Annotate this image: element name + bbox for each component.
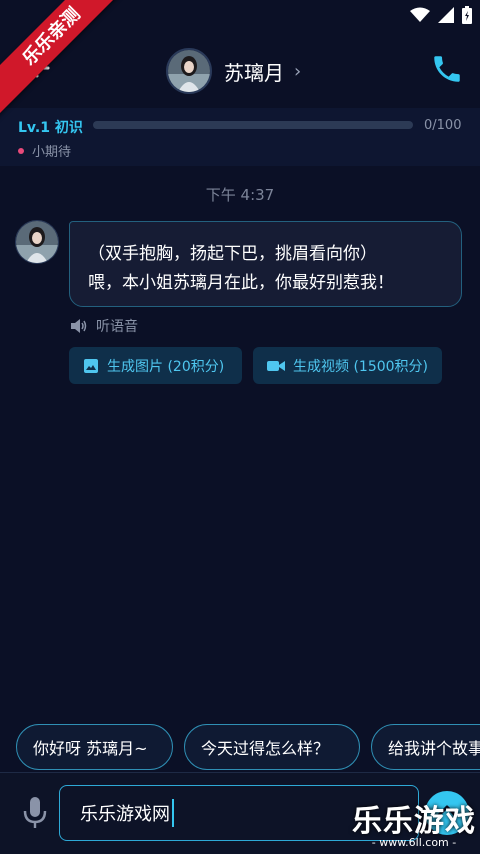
mood-dot bbox=[18, 147, 24, 154]
avatar-image bbox=[168, 50, 210, 92]
chat-header: 苏璃月 › bbox=[0, 30, 480, 110]
wifi-icon bbox=[410, 7, 430, 22]
suggestion-chips: 你好呀 苏璃月~ 今天过得怎么样？ 给我讲个故事 bbox=[16, 724, 480, 772]
message-text-line: 喂，本小姐苏璃月在此，你最好别惹我！ bbox=[88, 273, 394, 293]
suggestion-chip[interactable]: 你好呀 苏璃月~ bbox=[16, 724, 173, 770]
mood-label: 小期待 bbox=[32, 145, 72, 160]
message-timestamp: 下午 4:37 bbox=[205, 186, 275, 204]
speaker-icon bbox=[71, 319, 87, 333]
progress-text: 0/100 bbox=[424, 118, 462, 133]
message-avatar[interactable] bbox=[15, 220, 59, 264]
video-camera-icon bbox=[267, 360, 285, 371]
mood-indicator: 小期待 bbox=[18, 141, 71, 160]
level-label: Lv.1 初识 bbox=[18, 120, 83, 136]
generate-image-button[interactable]: 生成图片 (20积分) bbox=[69, 347, 242, 384]
intimacy-level-panel: Lv.1 初识 0/100 小期待 bbox=[0, 108, 480, 166]
generate-video-label: 生成视频 (1500积分) bbox=[293, 358, 429, 375]
generate-image-label: 生成图片 (20积分) bbox=[107, 358, 225, 375]
generate-video-button[interactable]: 生成视频 (1500积分) bbox=[253, 347, 442, 384]
message-input-value: 乐乐游戏网 bbox=[80, 804, 170, 825]
suggestion-chip[interactable]: 今天过得怎么样？ bbox=[184, 724, 360, 770]
suggestion-chip[interactable]: 给我讲个故事 bbox=[371, 724, 480, 770]
intimacy-progress-bar bbox=[93, 121, 413, 129]
watermark-text: 乐乐游戏 bbox=[352, 804, 476, 839]
chevron-right-icon: › bbox=[294, 60, 302, 82]
message-text-line: （双手抱胸，扬起下巴，挑眉看向你） bbox=[88, 244, 377, 264]
contact-name[interactable]: 苏璃月 bbox=[224, 57, 284, 86]
phone-icon bbox=[434, 56, 460, 82]
microphone-icon bbox=[23, 797, 47, 828]
image-icon bbox=[84, 358, 98, 373]
site-watermark: 乐乐游戏 - www.6ll.com - bbox=[352, 796, 476, 849]
listen-voice-button[interactable]: 听语音 bbox=[70, 316, 138, 336]
voice-call-button[interactable] bbox=[430, 52, 464, 86]
status-icons bbox=[410, 6, 472, 24]
battery-icon bbox=[462, 6, 472, 24]
avatar-image bbox=[16, 221, 58, 263]
signal-icon bbox=[438, 7, 454, 23]
contact-profile-link[interactable]: 苏璃月 › bbox=[166, 48, 301, 94]
listen-voice-label: 听语音 bbox=[96, 319, 138, 335]
text-caret bbox=[172, 799, 174, 827]
voice-input-button[interactable] bbox=[20, 795, 50, 831]
message-bubble: （双手抱胸，扬起下巴，挑眉看向你） 喂，本小姐苏璃月在此，你最好别惹我！ bbox=[69, 221, 462, 307]
avatar[interactable] bbox=[166, 48, 212, 94]
